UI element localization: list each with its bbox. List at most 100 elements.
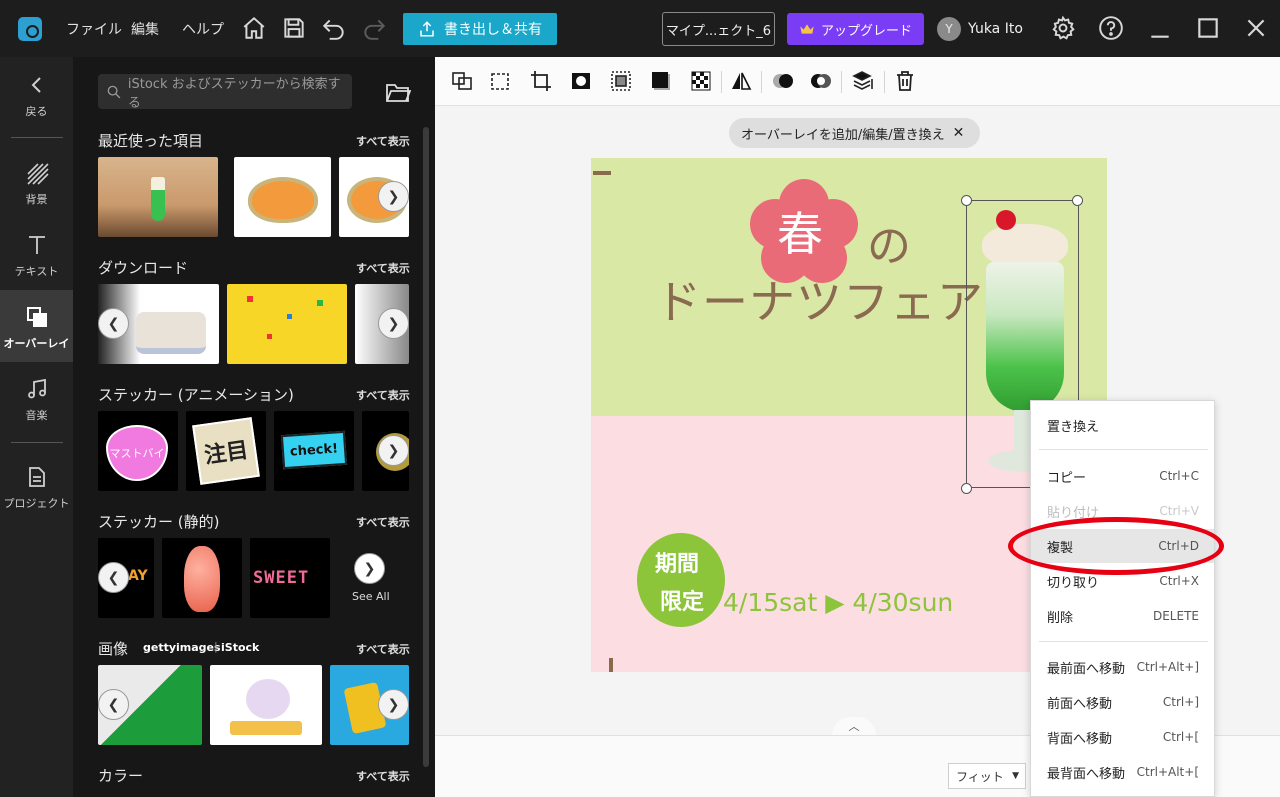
thumb-sports-illustration[interactable] (210, 665, 322, 745)
thumb-melon[interactable] (234, 157, 331, 237)
expand-timeline-button[interactable]: ︿ (832, 717, 876, 735)
save-icon[interactable] (281, 15, 307, 41)
menu-item-bring-forward[interactable]: 前面へ移動 Ctrl+] (1031, 685, 1214, 719)
see-all-images[interactable]: すべて表示 (356, 641, 410, 657)
sticker-check[interactable]: check! (274, 411, 354, 491)
rail-item-label: テキスト (14, 265, 59, 278)
chevron-right-icon[interactable]: ❯ (378, 181, 409, 212)
trash-icon[interactable] (893, 69, 917, 93)
badge-line1: 期間 (655, 552, 700, 577)
search-icon (107, 85, 121, 98)
blend-mode-2-icon[interactable] (809, 69, 833, 93)
home-icon[interactable] (241, 15, 267, 41)
thumb-cream-soda[interactable] (98, 157, 218, 237)
section-title-download: ダウンロード (98, 259, 189, 277)
rail-item-music[interactable]: 音楽 (0, 377, 73, 449)
brand-divider: | (214, 640, 218, 653)
menu-item-copy[interactable]: コピー Ctrl+C (1031, 459, 1214, 493)
annotation-circle (1008, 517, 1224, 575)
select-area-icon[interactable] (489, 69, 513, 93)
folder-icon[interactable] (385, 81, 411, 103)
chevron-left-icon[interactable]: ❮ (98, 562, 129, 593)
see-all-color[interactable]: すべて表示 (356, 768, 410, 784)
menu-help[interactable]: ヘルプ (182, 19, 224, 39)
sticker-gummy-bear[interactable] (162, 538, 242, 618)
toolbar-divider (884, 71, 885, 93)
menu-divider (1039, 449, 1208, 450)
replace-icon[interactable] (450, 69, 474, 93)
rail-item-overlay[interactable]: オーバーレイ (0, 290, 73, 362)
export-share-button[interactable]: 書き出し＆共有 (403, 13, 557, 45)
resize-handle[interactable] (1072, 195, 1083, 206)
help-icon[interactable] (1098, 15, 1124, 41)
context-menu: 置き換え コピー Ctrl+C 貼り付け Ctrl+V 複製 Ctrl+D 切り取り C… (1030, 400, 1215, 797)
upgrade-button[interactable]: アップグレード (787, 13, 924, 45)
rail-item-project[interactable]: プロジェクト (0, 465, 73, 537)
chevron-right-icon[interactable]: ❯ (354, 553, 385, 584)
layers-icon[interactable] (851, 69, 875, 93)
see-all-recent[interactable]: すべて表示 (356, 133, 410, 149)
toolbar-divider (841, 71, 842, 93)
resize-handle[interactable] (961, 195, 972, 206)
sticker-sweet[interactable]: SWEET (250, 538, 330, 618)
overlay-edit-chip[interactable]: オーバーレイを追加/編集/置き換え ✕ (729, 118, 980, 148)
chevron-left-icon[interactable]: ❮ (98, 689, 129, 720)
section-title-images: 画像 (98, 640, 129, 658)
rail-back[interactable]: 戻る (0, 73, 73, 145)
menu-item-label: 最前面へ移動 (1047, 661, 1126, 677)
menu-item-label: 背面へ移動 (1047, 731, 1113, 747)
document-icon (28, 467, 45, 487)
gear-icon[interactable] (1050, 15, 1076, 41)
menu-item-replace[interactable]: 置き換え (1031, 408, 1214, 442)
menu-item-send-backward[interactable]: 背面へ移動 Ctrl+[ (1031, 720, 1214, 754)
menu-item-label: コピー (1047, 470, 1087, 486)
border-icon[interactable] (609, 69, 633, 93)
avatar[interactable]: Y (937, 17, 961, 41)
upload-icon (420, 21, 434, 37)
chevron-left-icon (31, 77, 41, 93)
chevron-right-icon[interactable]: ❯ (378, 435, 409, 466)
see-all-download[interactable]: すべて表示 (356, 260, 410, 276)
chevron-left-icon[interactable]: ❮ (98, 308, 129, 339)
close-icon[interactable]: ✕ (953, 125, 965, 141)
menu-item-bring-to-front[interactable]: 最前面へ移動 Ctrl+Alt+] (1031, 650, 1214, 684)
mask-icon[interactable] (569, 69, 593, 93)
see-all-static-stickers[interactable]: すべて表示 (356, 514, 410, 530)
app-window: ファイル 編集 ヘルプ 書き出し＆共有 マイプ...ェクト_6 アップグレード … (0, 0, 1280, 797)
undo-icon[interactable] (321, 15, 347, 41)
menu-edit[interactable]: 編集 (131, 19, 159, 39)
user-name[interactable]: Yuka Ito (968, 21, 1023, 37)
sticker-heart[interactable]: マストバイ (98, 411, 178, 491)
resize-handle[interactable] (961, 483, 972, 494)
thumb-confetti-yellow[interactable] (227, 284, 347, 364)
menu-file[interactable]: ファイル (66, 19, 122, 39)
sticker-chumoku[interactable]: 注目 (186, 411, 266, 491)
project-name-button[interactable]: マイプ...ェクト_6 (662, 12, 775, 46)
chevron-down-icon: ▼ (1012, 771, 1019, 781)
sticker-chumoku-text: 注目 (192, 417, 260, 485)
minimize-icon[interactable] (1147, 15, 1173, 41)
blend-mode-icon[interactable] (771, 69, 795, 93)
crown-icon (800, 24, 814, 34)
menu-item-send-to-back[interactable]: 最背面へ移動 Ctrl+Alt+[ (1031, 755, 1214, 789)
chevron-right-icon[interactable]: ❯ (378, 689, 409, 720)
menu-item-delete[interactable]: 削除 DELETE (1031, 599, 1214, 633)
rail-item-label: 背景 (25, 193, 48, 206)
crop-icon[interactable] (529, 69, 553, 93)
toolbar-divider (721, 71, 722, 93)
redo-icon[interactable] (361, 15, 387, 41)
text-t-icon (28, 236, 45, 254)
flip-icon[interactable] (729, 69, 753, 93)
close-icon[interactable] (1243, 15, 1269, 41)
shadow-icon[interactable] (649, 69, 673, 93)
chevron-right-icon[interactable]: ❯ (378, 308, 409, 339)
zoom-select[interactable]: フィット ▼ (948, 763, 1026, 789)
panel-scrollbar[interactable] (423, 127, 429, 767)
see-all-anim-stickers[interactable]: すべて表示 (356, 387, 410, 403)
search-input[interactable]: iStock およびステッカーから検索する (98, 74, 352, 111)
see-all-link[interactable]: See All (352, 590, 390, 603)
rail-item-background[interactable]: 背景 (0, 161, 73, 233)
opacity-icon[interactable] (689, 69, 713, 93)
rail-item-label: 音楽 (25, 409, 48, 422)
maximize-icon[interactable] (1195, 15, 1221, 41)
